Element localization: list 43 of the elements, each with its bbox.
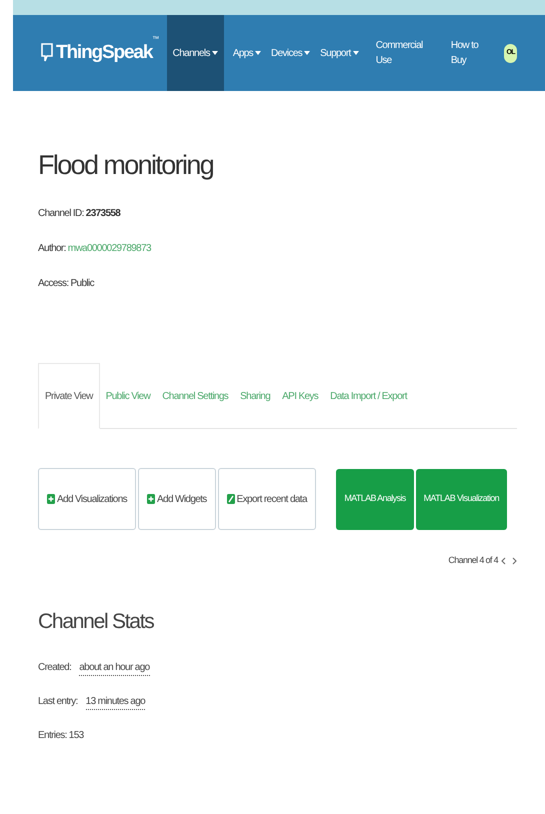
tab[interactable]: Channel Settings — [156, 363, 234, 429]
nav-link[interactable]: How to Buy — [450, 38, 494, 68]
caret-icon — [212, 51, 218, 55]
pager-text: Channel 4 of 4 — [448, 554, 498, 567]
action-button[interactable]: Add Widgets — [138, 468, 216, 530]
tab[interactable]: Private View — [38, 363, 100, 429]
info-value: 2373558 — [86, 206, 120, 220]
stat-value: 13 minutes ago — [86, 694, 146, 710]
stat-value: about an hour ago — [79, 660, 150, 676]
info-label: Channel ID: — [38, 206, 84, 220]
matlab-button[interactable]: MATLAB Visualization — [416, 468, 507, 530]
caret-icon — [255, 51, 262, 55]
plus-icon — [147, 494, 156, 504]
stat-label: Last entry: — [38, 695, 78, 709]
tab[interactable]: Sharing — [234, 363, 276, 429]
action-button[interactable]: Add Visualizations — [38, 468, 136, 530]
stat-label: Entries: — [38, 729, 67, 743]
stat-value: 153 — [68, 729, 84, 743]
pencil-icon — [226, 494, 235, 504]
matlab-button[interactable]: MATLAB Analysis — [336, 468, 414, 530]
next-icon[interactable] — [512, 556, 517, 565]
speech-bubble-icon — [41, 43, 53, 63]
nav-menu[interactable]: Support — [315, 15, 364, 91]
plus-icon — [47, 494, 55, 504]
tab[interactable]: Data Import / Export — [324, 363, 413, 429]
info-value: Public — [70, 276, 94, 290]
info-label: Access: — [38, 276, 69, 290]
tab[interactable]: API Keys — [276, 363, 324, 429]
previous-icon[interactable] — [501, 556, 506, 565]
info-label: Author: — [38, 242, 66, 256]
caret-icon — [352, 51, 359, 55]
caret-icon — [304, 51, 310, 55]
channel-title: Flood monitoring — [38, 149, 214, 182]
nav-menu[interactable]: Apps — [228, 15, 266, 91]
nav-menu[interactable]: Channels — [166, 15, 224, 91]
nav-menu[interactable]: Devices — [266, 15, 316, 91]
logo-text[interactable]: ThingSpeak — [56, 38, 152, 68]
stat-label: Created: — [38, 661, 72, 675]
tab[interactable]: Public View — [100, 363, 156, 429]
action-button[interactable]: Export recent data — [218, 468, 316, 530]
author-link[interactable]: mwa0000029789873 — [68, 240, 151, 256]
nav-link[interactable]: Commercial Use — [376, 38, 439, 68]
stats-title: Channel Stats — [38, 608, 155, 634]
